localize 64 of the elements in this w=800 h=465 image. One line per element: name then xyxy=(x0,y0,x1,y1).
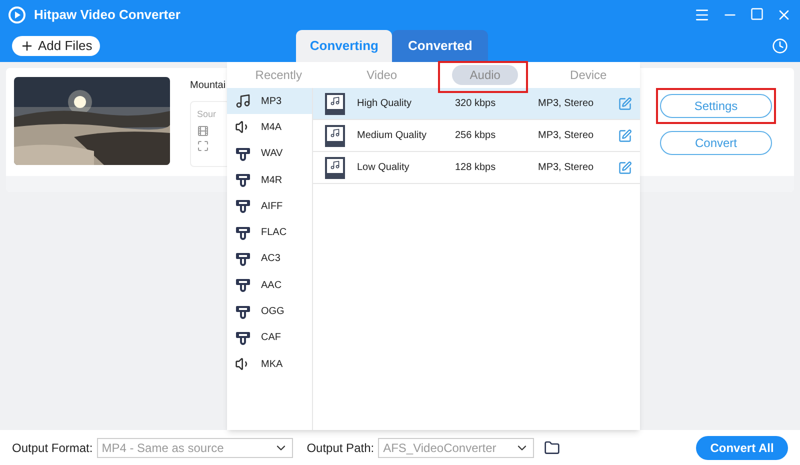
format-label: MP3 xyxy=(261,94,282,109)
format-item[interactable]: AAC xyxy=(227,272,312,298)
edit-icon[interactable] xyxy=(618,128,632,142)
device-icon xyxy=(235,172,251,188)
format-item[interactable]: FLAC xyxy=(227,219,312,246)
format-item[interactable]: AIFF xyxy=(227,193,312,220)
device-icon xyxy=(235,277,251,294)
file-title: Mountai xyxy=(190,79,227,93)
format-label: M4R xyxy=(261,174,282,188)
output-format-label: Output Format: xyxy=(12,440,93,456)
format-label: AIFF xyxy=(261,200,283,214)
format-item[interactable]: AC3 xyxy=(227,246,312,272)
format-item[interactable]: CAF xyxy=(227,324,312,351)
device-icon xyxy=(235,250,251,267)
format-label: M4A xyxy=(261,120,282,135)
source-label: Sour xyxy=(197,108,218,121)
audio-details: MP3, Stereo xyxy=(538,129,595,143)
quality-name: High Quality xyxy=(357,97,412,111)
format-label: WAV xyxy=(261,147,283,162)
format-item[interactable]: OGG xyxy=(227,298,312,325)
folder-icon[interactable] xyxy=(544,440,560,456)
bitrate: 320 kbps xyxy=(455,97,497,111)
app-logo-icon xyxy=(8,6,26,24)
format-label: AC3 xyxy=(261,252,280,266)
add-files-button[interactable]: Add Files xyxy=(12,36,100,56)
format-item[interactable]: M4A xyxy=(227,114,312,141)
format-label: AAC xyxy=(261,278,282,293)
device-icon xyxy=(235,330,251,346)
quality-badge-icon xyxy=(325,92,345,114)
format-item[interactable]: WAV xyxy=(227,140,312,167)
edit-icon[interactable] xyxy=(618,96,632,110)
window-title: Hitpaw Video Converter xyxy=(34,6,180,24)
device-icon xyxy=(235,224,251,241)
quality-row[interactable]: Medium Quality 256 kbps MP3, Stereo xyxy=(313,120,640,152)
output-path-label: Output Path: xyxy=(306,440,374,456)
maximize-icon[interactable] xyxy=(750,7,764,21)
bitrate: 128 kbps xyxy=(455,161,497,175)
menu-icon[interactable] xyxy=(694,7,710,23)
audio-details: MP3, Stereo xyxy=(538,161,595,175)
format-item[interactable]: MP3 xyxy=(227,88,312,114)
quality-badge-icon xyxy=(325,124,345,146)
device-icon xyxy=(235,198,251,214)
format-label: FLAC xyxy=(261,226,287,240)
quality-row[interactable]: Low Quality 128 kbps MP3, Stereo xyxy=(313,152,640,184)
format-label: CAF xyxy=(261,331,281,346)
format-label: MKA xyxy=(261,358,283,372)
film-icon xyxy=(197,124,209,136)
music-note-icon xyxy=(235,93,251,110)
format-item[interactable]: MKA xyxy=(227,350,312,378)
quality-name: Medium Quality xyxy=(357,129,428,143)
edit-icon[interactable] xyxy=(618,160,632,174)
audio-details: MP3, Stereo xyxy=(538,97,595,111)
device-icon xyxy=(235,304,251,320)
plus-icon xyxy=(20,39,34,53)
device-icon xyxy=(235,146,251,162)
quality-name: Low Quality xyxy=(357,161,410,175)
quality-row[interactable]: High Quality 320 kbps MP3, Stereo xyxy=(313,88,640,120)
format-label: OGG xyxy=(261,305,284,320)
history-icon[interactable] xyxy=(772,38,788,54)
format-item[interactable]: M4R xyxy=(227,166,312,194)
quality-badge-icon xyxy=(325,156,345,178)
bitrate: 256 kbps xyxy=(455,129,497,143)
resolution-icon xyxy=(197,140,209,152)
tab[interactable]: Converted xyxy=(392,30,488,62)
